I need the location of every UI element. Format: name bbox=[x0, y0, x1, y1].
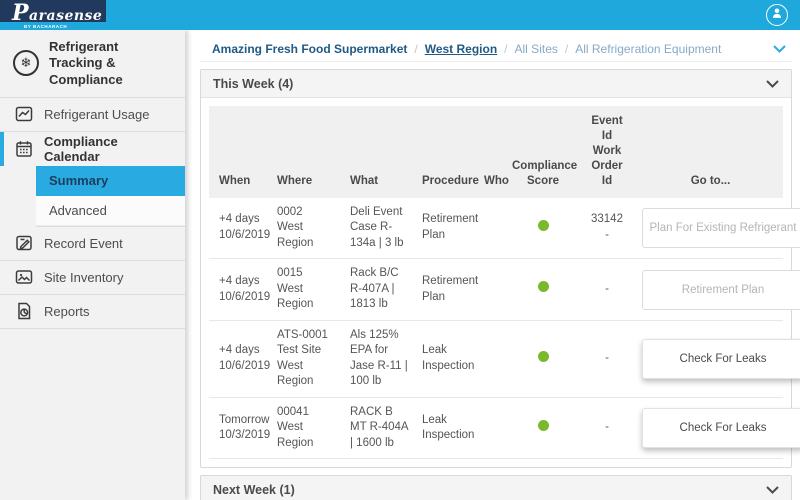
sidebar-subitem-advanced[interactable]: Advanced bbox=[36, 196, 185, 226]
what-cell: RACK B MT R-404A | 1600 lb bbox=[350, 405, 408, 449]
procedure-cell: Retirement Plan bbox=[422, 274, 479, 303]
reports-icon bbox=[15, 302, 33, 320]
when-cell: Tomorrow 10/3/2019 bbox=[219, 413, 271, 442]
sidebar-subitem-summary[interactable]: Summary bbox=[36, 165, 185, 196]
col-header-procedure: Procedure bbox=[422, 174, 479, 187]
col-header-when: When bbox=[219, 174, 251, 187]
col-header-who: Who bbox=[484, 174, 509, 187]
refrigerant-compliance-icon: ❄ bbox=[13, 50, 39, 77]
breadcrumb-chevron-down-icon[interactable] bbox=[773, 44, 786, 53]
goto-cell: Plan For Existing Refrigerant bbox=[638, 207, 800, 248]
where-cell: 00041 West Region bbox=[277, 405, 314, 449]
breadcrumb-region[interactable]: West Region bbox=[425, 42, 497, 56]
calendar-icon bbox=[15, 140, 33, 158]
next-week-header[interactable]: Next Week (1) bbox=[201, 476, 791, 500]
sidebar-item-refrigerant-usage[interactable]: Refrigerant Usage bbox=[0, 98, 185, 132]
goto-button[interactable]: Check For Leaks bbox=[642, 338, 800, 379]
logo-subtext: BY BACHARACH bbox=[24, 24, 68, 30]
col-header-what: What bbox=[350, 174, 379, 187]
site-inventory-icon bbox=[15, 268, 33, 286]
table-header-row: When Where What Procedure Who Compliance… bbox=[209, 106, 783, 198]
procedure-cell: Leak Inspection bbox=[422, 413, 475, 442]
breadcrumb: Amazing Fresh Food Supermarket / West Re… bbox=[200, 36, 792, 62]
sidebar: ❄ Refrigerant Tracking & Compliance Refr… bbox=[0, 30, 185, 500]
goto-button[interactable]: Retirement Plan bbox=[642, 269, 800, 310]
compliance-score-cell bbox=[510, 219, 576, 237]
app-window: Parasense BY BACHARACH ❄ Refrigerant Tra… bbox=[0, 0, 800, 500]
compliance-score-cell bbox=[510, 350, 576, 368]
sidebar-item-site-inventory[interactable]: Site Inventory bbox=[0, 261, 185, 295]
table-row: +4 days 10/6/2019 0002 West Region Deli Even… bbox=[209, 198, 800, 260]
sidebar-item-compliance-calendar[interactable]: Compliance Calendar bbox=[0, 131, 185, 166]
where-cell: 0015 West Region bbox=[277, 267, 314, 311]
usage-chart-icon bbox=[15, 105, 33, 123]
compliance-score-dot bbox=[537, 219, 549, 231]
record-event-icon bbox=[15, 234, 33, 252]
events-table: When Where What Procedure Who Compliance… bbox=[201, 98, 800, 467]
logo-text: Parasense bbox=[12, 0, 103, 27]
compliance-score-cell bbox=[510, 281, 576, 298]
event-work-order-id-cell: - bbox=[605, 421, 609, 434]
what-cell: Als 125% EPA for Jase R-11 | 100 lb bbox=[350, 328, 408, 388]
breadcrumb-sites[interactable]: All Sites bbox=[515, 42, 558, 56]
goto-cell: Check For Leaks bbox=[638, 408, 800, 449]
event-work-order-id-cell: - bbox=[605, 352, 609, 365]
when-cell: +4 days 10/6/2019 bbox=[219, 213, 271, 241]
table-row: +4 days 10/6/2019 ATS-0001 Test Site West Re… bbox=[209, 321, 800, 398]
col-header-event-work-order-id: Event Id Work Order Id bbox=[591, 115, 623, 187]
user-icon bbox=[770, 6, 784, 25]
col-header-compliance-score: Compliance Score bbox=[512, 159, 578, 187]
user-account-button[interactable] bbox=[766, 4, 788, 26]
next-week-panel: Next Week (1) bbox=[200, 475, 792, 500]
compliance-score-dot bbox=[537, 350, 549, 362]
procedure-cell: Retirement Plan bbox=[422, 213, 479, 241]
main-content: Amazing Fresh Food Supermarket / West Re… bbox=[185, 30, 800, 500]
next-week-title: Next Week (1) bbox=[213, 483, 295, 498]
brand-logo: Parasense BY BACHARACH bbox=[0, 0, 106, 30]
compliance-score-cell bbox=[510, 419, 576, 437]
table-row: +4 days 10/6/2019 0015 West Region Rack B/C … bbox=[209, 259, 800, 321]
procedure-cell: Leak Inspection bbox=[422, 344, 475, 372]
this-week-chevron-down-icon[interactable] bbox=[766, 79, 779, 88]
compliance-score-dot bbox=[537, 419, 549, 431]
when-cell: +4 days 10/6/2019 bbox=[219, 344, 271, 372]
breadcrumb-equipment[interactable]: All Refrigeration Equipment bbox=[575, 42, 721, 56]
what-cell: Deli Event Case R-134a | 3 lb bbox=[350, 205, 404, 249]
when-cell: +4 days 10/6/2019 bbox=[219, 274, 271, 303]
goto-button[interactable]: Check For Leaks bbox=[642, 408, 800, 449]
sidebar-item-reports[interactable]: Reports bbox=[0, 295, 185, 329]
compliance-calendar-submenu: Summary Advanced bbox=[36, 165, 185, 227]
goto-cell: Check For Leaks bbox=[638, 338, 800, 379]
where-cell: 0002 West Region bbox=[277, 205, 314, 249]
this-week-panel: This Week (4) When Where What Procedure … bbox=[200, 69, 800, 469]
goto-button[interactable]: Plan For Existing Refrigerant bbox=[642, 207, 800, 248]
compliance-score-dot bbox=[537, 281, 549, 293]
event-work-order-id-cell: 33142- bbox=[591, 213, 623, 241]
this-week-title: This Week (4) bbox=[213, 76, 294, 91]
top-bar: Parasense BY BACHARACH bbox=[0, 0, 800, 30]
where-cell: ATS-0001 Test Site West Region bbox=[277, 328, 328, 388]
table-row: Tomorrow 10/3/2019 00041 West Region RACK B … bbox=[209, 398, 800, 460]
sidebar-item-record-event[interactable]: Record Event bbox=[0, 227, 185, 261]
breadcrumb-company[interactable]: Amazing Fresh Food Supermarket bbox=[212, 42, 407, 56]
goto-cell: Retirement Plan bbox=[638, 269, 800, 310]
col-header-where: Where bbox=[277, 174, 313, 187]
this-week-header[interactable]: This Week (4) bbox=[201, 70, 791, 98]
event-work-order-id-cell: - bbox=[605, 282, 609, 295]
col-header-goto: Go to... bbox=[690, 174, 731, 187]
table-rows: +4 days 10/6/2019 0002 West Region Deli Even… bbox=[209, 198, 800, 460]
what-cell: Rack B/C R-407A | 1813 lb bbox=[350, 267, 399, 311]
sidebar-app-title: ❄ Refrigerant Tracking & Compliance bbox=[0, 30, 185, 98]
next-week-chevron-down-icon[interactable] bbox=[766, 486, 779, 495]
